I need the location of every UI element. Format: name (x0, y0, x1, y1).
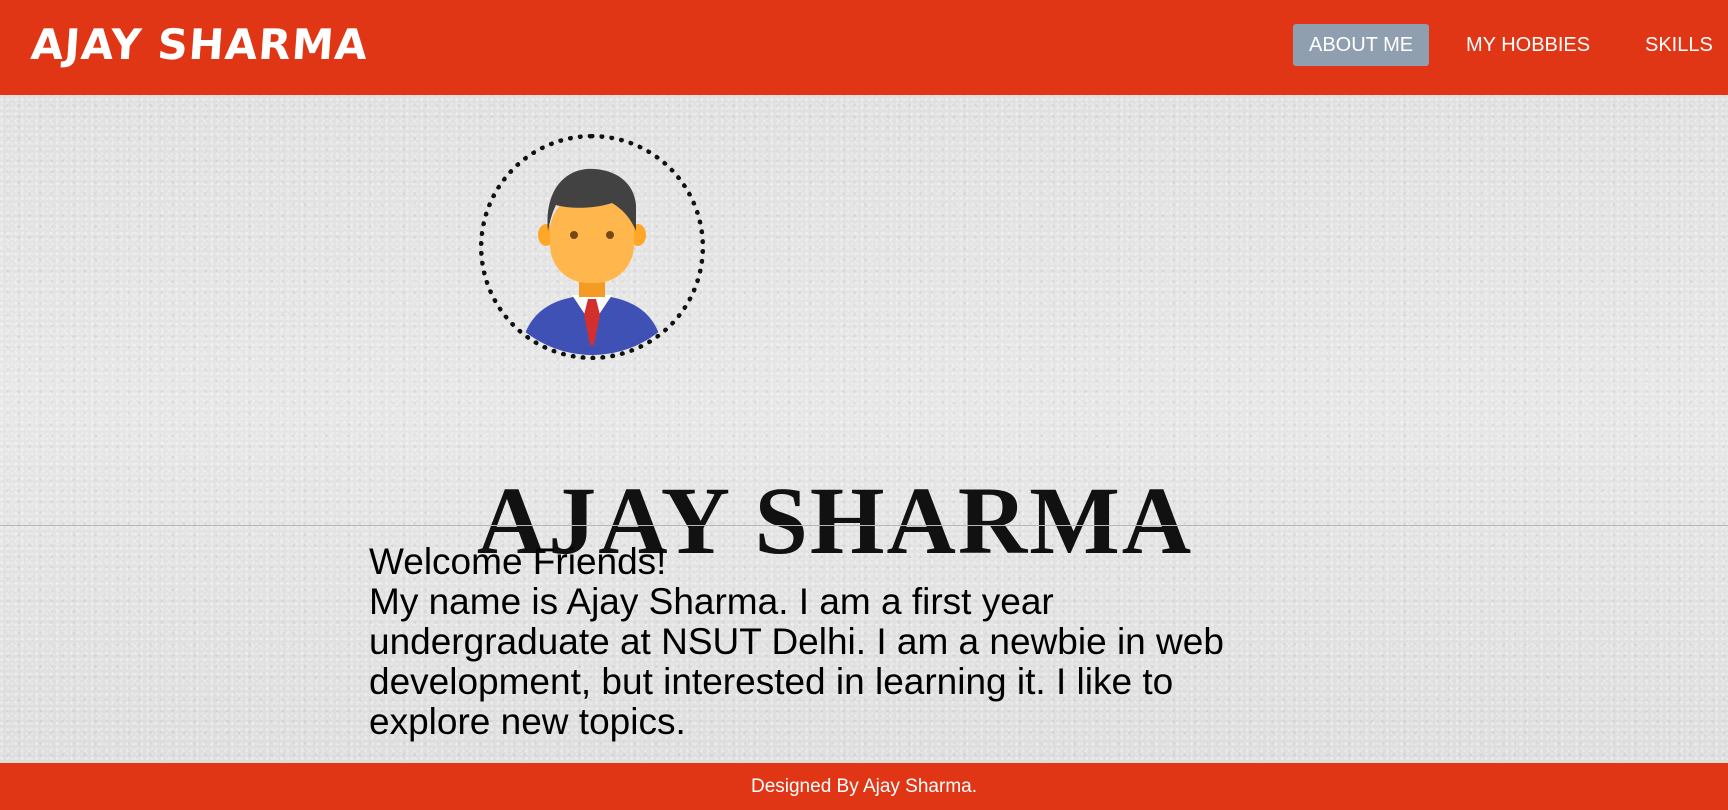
nav-links: ABOUT ME MY HOBBIES SKILLS (0, 24, 1728, 66)
about-section: Welcome Friends! My name is Ajay Sharma.… (369, 542, 1299, 742)
greeting: Welcome Friends! (369, 541, 667, 582)
nav-link-my-hobbies[interactable]: MY HOBBIES (1450, 24, 1606, 66)
avatar (479, 134, 705, 360)
footer-text: Designed By Ajay Sharma. (750, 776, 977, 797)
footer: Designed By Ajay Sharma. (0, 763, 1728, 810)
divider (0, 525, 1728, 526)
bio-text: My name is Ajay Sharma. I am a first yea… (369, 581, 1224, 742)
nav-link-skills[interactable]: SKILLS (1629, 24, 1728, 66)
nav-link-about-me[interactable]: ABOUT ME (1293, 24, 1430, 66)
navbar: AJAY SHARMA ABOUT ME MY HOBBIES SKILLS (0, 0, 1728, 95)
businessman-avatar-icon (520, 168, 664, 355)
